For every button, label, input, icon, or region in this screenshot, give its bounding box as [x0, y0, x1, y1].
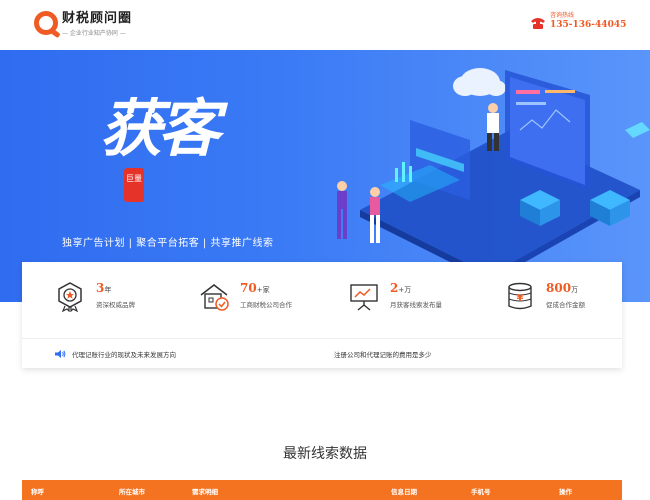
logo-title: 财税顾问圈 — [62, 11, 133, 26]
house-check-icon — [198, 280, 230, 312]
stat-partners: 70+家 工商财税公司合作 — [198, 280, 292, 312]
person-figure — [337, 181, 347, 239]
news-item[interactable]: 注册公司和代理记账的费用是多少 — [334, 349, 432, 359]
divider — [22, 338, 622, 339]
column-header: 手机号 — [471, 488, 491, 496]
column-header: 所在城市 — [119, 488, 145, 496]
logo-subtitle: — 企业行业知产协同 — — [62, 30, 126, 37]
news-item[interactable]: 代理记账行业的现状及未来发展方向 — [54, 349, 176, 359]
stat-desc: 工商财税公司合作 — [240, 301, 292, 309]
site-header: 财税顾问圈 — 企业行业知产协同 — 咨询热线 135-136-44045 — [0, 0, 650, 50]
medal-icon — [54, 280, 86, 313]
column-header: 操作 — [559, 488, 572, 496]
stat-unit: 万 — [571, 286, 579, 294]
news-link[interactable]: 注册公司和代理记账的费用是多少 — [334, 349, 432, 359]
coin-stack-icon: ¥ — [504, 280, 536, 312]
stat-unit: +万 — [398, 286, 412, 294]
phone-icon — [530, 15, 546, 29]
stat-years: 3年 资深权威品牌 — [54, 280, 135, 313]
banner-seal: 巨量 — [124, 168, 144, 202]
stat-value: 800 — [546, 281, 572, 295]
stat-unit: +家 — [256, 286, 270, 294]
stat-desc: 促成合作金额 — [546, 301, 585, 309]
speaker-icon — [54, 349, 66, 359]
section-title: 最新线索数据 — [283, 446, 367, 462]
stat-value: 70 — [240, 281, 257, 295]
news-link[interactable]: 代理记账行业的现状及未来发展方向 — [72, 349, 176, 359]
cloud-icon — [453, 68, 506, 96]
stat-amount: ¥ 800万 促成合作金额 — [504, 280, 585, 312]
column-header: 信息日期 — [391, 488, 417, 496]
stat-desc: 资深权威品牌 — [96, 301, 135, 309]
person-figure — [370, 187, 380, 243]
site-logo[interactable]: 财税顾问圈 — 企业行业知产协同 — — [34, 11, 132, 39]
column-header: 称呼 — [31, 488, 44, 496]
column-header: 需求明细 — [192, 488, 218, 496]
stat-desc: 月获客线索发布量 — [390, 301, 442, 309]
banner-slogan: 独享广告计划 | 聚合平台拓客 | 共享推广线索 — [62, 238, 274, 249]
stat-leads: 2+万 月获客线索发布量 — [348, 280, 442, 312]
banner-title: 获客 — [100, 92, 220, 165]
contact-label: 咨询热线 — [550, 12, 575, 19]
contact-hotline[interactable]: 咨询热线 135-136-44045 — [530, 12, 626, 31]
contact-number[interactable]: 135-136-44045 — [550, 20, 626, 31]
logo-q-icon — [34, 11, 58, 35]
leads-table-header: 称呼 所在城市 需求明细 信息日期 手机号 操作 — [22, 480, 622, 500]
chart-board-icon — [348, 280, 380, 312]
svg-text:¥: ¥ — [517, 293, 524, 304]
stat-unit: 年 — [104, 286, 112, 294]
stats-card: 3年 资深权威品牌 70+家 工商财税公司合作 2+万 月获客线索发布量 ¥ 8… — [22, 262, 622, 368]
